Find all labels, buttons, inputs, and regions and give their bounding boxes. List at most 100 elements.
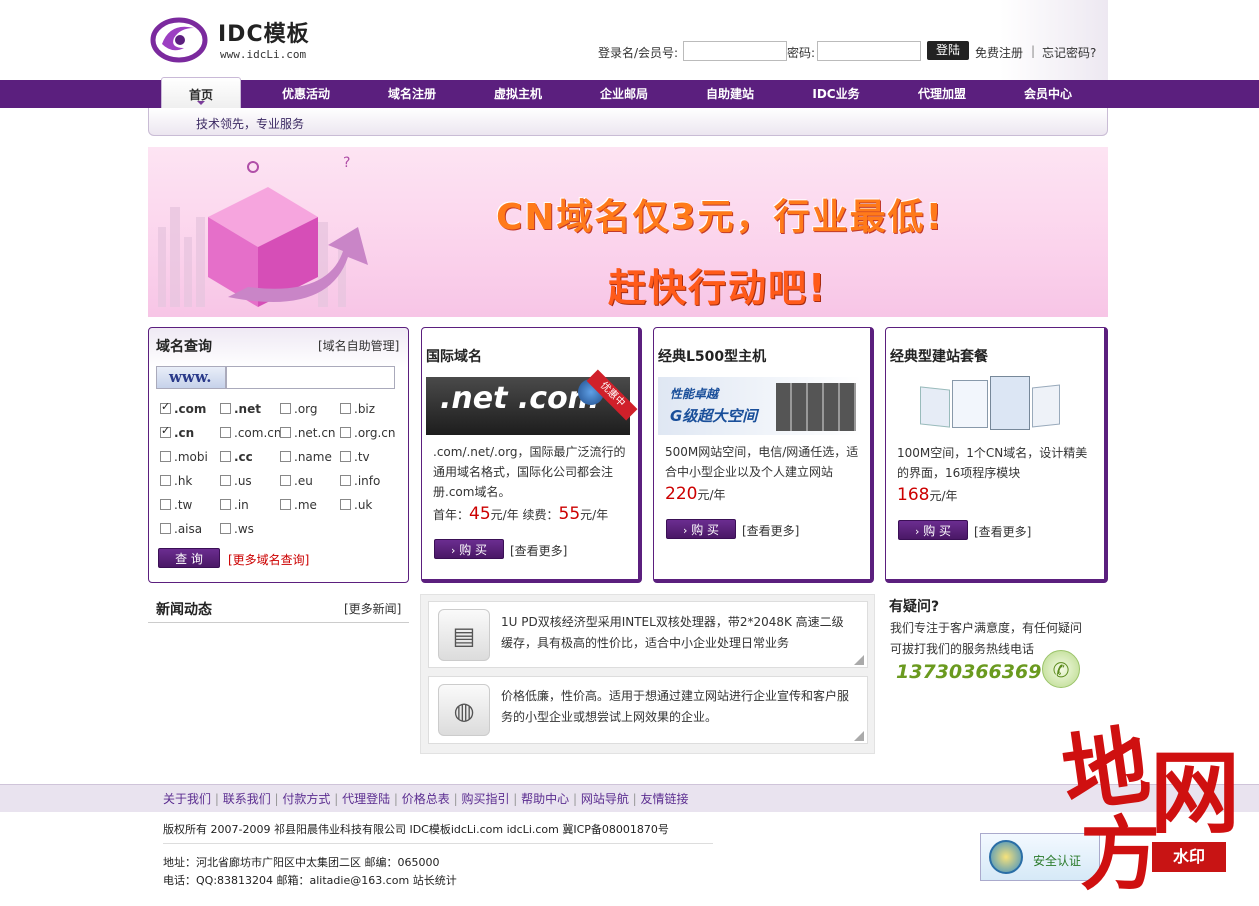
news-more-link[interactable]: [更多新闻] xyxy=(344,600,401,617)
tld-checkbox[interactable] xyxy=(220,427,231,438)
tld-checkbox[interactable] xyxy=(220,499,231,510)
password-label: 密码: xyxy=(787,46,816,60)
register-link[interactable]: 免费注册 xyxy=(975,44,1023,61)
tld-checkbox[interactable] xyxy=(160,523,171,534)
footer-link[interactable]: 代理登陆 xyxy=(342,792,390,806)
tld-option[interactable]: .com.cn xyxy=(220,426,281,440)
card-intl-first-label: 首年： xyxy=(433,508,470,522)
login-button[interactable]: 登陆 xyxy=(927,41,969,60)
card-host-image-text1: 性能卓越 xyxy=(670,387,719,401)
tld-option[interactable]: .uk xyxy=(340,498,372,512)
faq-phone: 13730366369 xyxy=(896,661,1042,683)
tld-checkbox[interactable] xyxy=(340,499,351,510)
banner-subheadline: 赶快行动吧! xyxy=(608,266,828,310)
footer-link[interactable]: 付款方式 xyxy=(282,792,330,806)
tld-checkbox[interactable] xyxy=(220,403,231,414)
tld-option[interactable]: .hk xyxy=(160,474,192,488)
tld-label: .tv xyxy=(354,450,370,464)
card-site-buy-button[interactable]: › 购 买 xyxy=(898,520,968,540)
tld-option[interactable]: .cn xyxy=(160,424,194,440)
footer-link-separator: | xyxy=(390,792,402,806)
tld-option[interactable]: .in xyxy=(220,498,249,512)
header-gradient xyxy=(1000,0,1108,80)
tld-checkbox[interactable] xyxy=(220,523,231,534)
footer-link-separator: | xyxy=(449,792,462,806)
tld-checkbox[interactable] xyxy=(220,475,231,486)
tld-option[interactable]: .com xyxy=(160,400,206,416)
tld-option[interactable]: .us xyxy=(220,474,252,488)
tld-checkbox[interactable] xyxy=(220,451,231,462)
domain-search-input[interactable] xyxy=(226,366,395,389)
password-input[interactable] xyxy=(817,41,921,61)
tld-option[interactable]: .tv xyxy=(340,450,370,464)
tld-checkbox[interactable] xyxy=(160,475,171,486)
nav-item-domain-register[interactable]: 域名注册 xyxy=(362,80,462,108)
card-host-title: 经典L500型主机 xyxy=(658,349,767,365)
tld-option[interactable]: .biz xyxy=(340,402,375,416)
tld-checkbox[interactable] xyxy=(160,400,171,414)
tld-option[interactable]: .net xyxy=(220,402,261,416)
card-host-desc: 500M网站空间，电信/网通任选，适合中小型企业以及个人建立网站 xyxy=(665,445,859,479)
tld-option[interactable]: .me xyxy=(280,498,317,512)
card-site-image[interactable] xyxy=(920,376,1062,432)
footer-link-separator: | xyxy=(509,792,522,806)
tld-option[interactable]: .aisa xyxy=(160,522,202,536)
tld-checkbox[interactable] xyxy=(160,424,171,438)
nav-item-idc[interactable]: IDC业务 xyxy=(786,80,886,108)
tld-checkbox[interactable] xyxy=(280,499,291,510)
card-intl-buy-button[interactable]: › 购 买 xyxy=(434,539,504,559)
footer-link[interactable]: 友情链接 xyxy=(641,792,689,806)
tld-option[interactable]: .info xyxy=(340,474,380,488)
nav-item-member[interactable]: 会员中心 xyxy=(998,80,1098,108)
footer-link[interactable]: 价格总表 xyxy=(402,792,450,806)
domain-search-button[interactable]: 查 询 xyxy=(158,548,220,568)
tld-option[interactable]: .org xyxy=(280,402,318,416)
username-input[interactable] xyxy=(683,41,787,61)
logo-title[interactable]: IDC模板 xyxy=(218,16,310,48)
card-intl-more-link[interactable]: [查看更多] xyxy=(510,542,567,559)
tld-option[interactable]: .cc xyxy=(220,450,253,464)
tld-option[interactable]: .name xyxy=(280,450,332,464)
tld-checkbox[interactable] xyxy=(160,499,171,510)
tld-option[interactable]: .tw xyxy=(160,498,192,512)
footer-copyright: 版权所有 2007-2009 祁县阳晨伟业科技有限公司 IDC模板idcLi.c… xyxy=(163,823,669,836)
tld-option[interactable]: .net.cn xyxy=(280,426,336,440)
tld-checkbox[interactable] xyxy=(280,403,291,414)
tld-option[interactable]: .eu xyxy=(280,474,313,488)
tld-checkbox[interactable] xyxy=(160,451,171,462)
more-domain-search-link[interactable]: [更多域名查询] xyxy=(228,551,309,568)
card-intl-first-price: 45 xyxy=(469,504,491,524)
tld-checkbox[interactable] xyxy=(340,451,351,462)
nav-item-agent[interactable]: 代理加盟 xyxy=(892,80,992,108)
nav-item-home[interactable]: 首页 xyxy=(161,77,241,110)
card-host-image[interactable]: 性能卓越 G级超大空间 xyxy=(658,377,862,435)
tld-option[interactable]: .ws xyxy=(220,522,254,536)
domain-manage-link[interactable]: [域名自助管理] xyxy=(318,337,399,354)
footer-link[interactable]: 网站导航 xyxy=(581,792,629,806)
nav-item-enterprise-mail[interactable]: 企业邮局 xyxy=(574,80,674,108)
tld-label: .org.cn xyxy=(354,426,396,440)
card-site-more-link[interactable]: [查看更多] xyxy=(974,523,1031,540)
corner-fold-icon xyxy=(854,655,864,665)
card-site-price: 168 xyxy=(897,485,930,505)
card-host-more-link[interactable]: [查看更多] xyxy=(742,522,799,539)
nav-item-site-builder[interactable]: 自助建站 xyxy=(680,80,780,108)
tld-option[interactable]: .mobi xyxy=(160,450,208,464)
nav-item-promotions[interactable]: 优惠活动 xyxy=(256,80,356,108)
tld-checkbox[interactable] xyxy=(280,451,291,462)
footer-link[interactable]: 关于我们 xyxy=(163,792,211,806)
tld-option[interactable]: .org.cn xyxy=(340,426,396,440)
tld-checkbox[interactable] xyxy=(280,427,291,438)
card-host-buy-button[interactable]: › 购 买 xyxy=(666,519,736,539)
tld-checkbox[interactable] xyxy=(340,475,351,486)
tld-checkbox[interactable] xyxy=(280,475,291,486)
username-label: 登录名/会员号: xyxy=(598,46,679,60)
footer-link[interactable]: 联系我们 xyxy=(223,792,271,806)
tld-checkbox[interactable] xyxy=(340,403,351,414)
tld-checkbox[interactable] xyxy=(340,427,351,438)
footer-link[interactable]: 帮助中心 xyxy=(521,792,569,806)
nav-item-virtual-host[interactable]: 虚拟主机 xyxy=(468,80,568,108)
forgot-password-link[interactable]: 忘记密码? xyxy=(1042,44,1096,61)
footer-link[interactable]: 购买指引 xyxy=(461,792,509,806)
tld-label: .info xyxy=(354,474,381,488)
